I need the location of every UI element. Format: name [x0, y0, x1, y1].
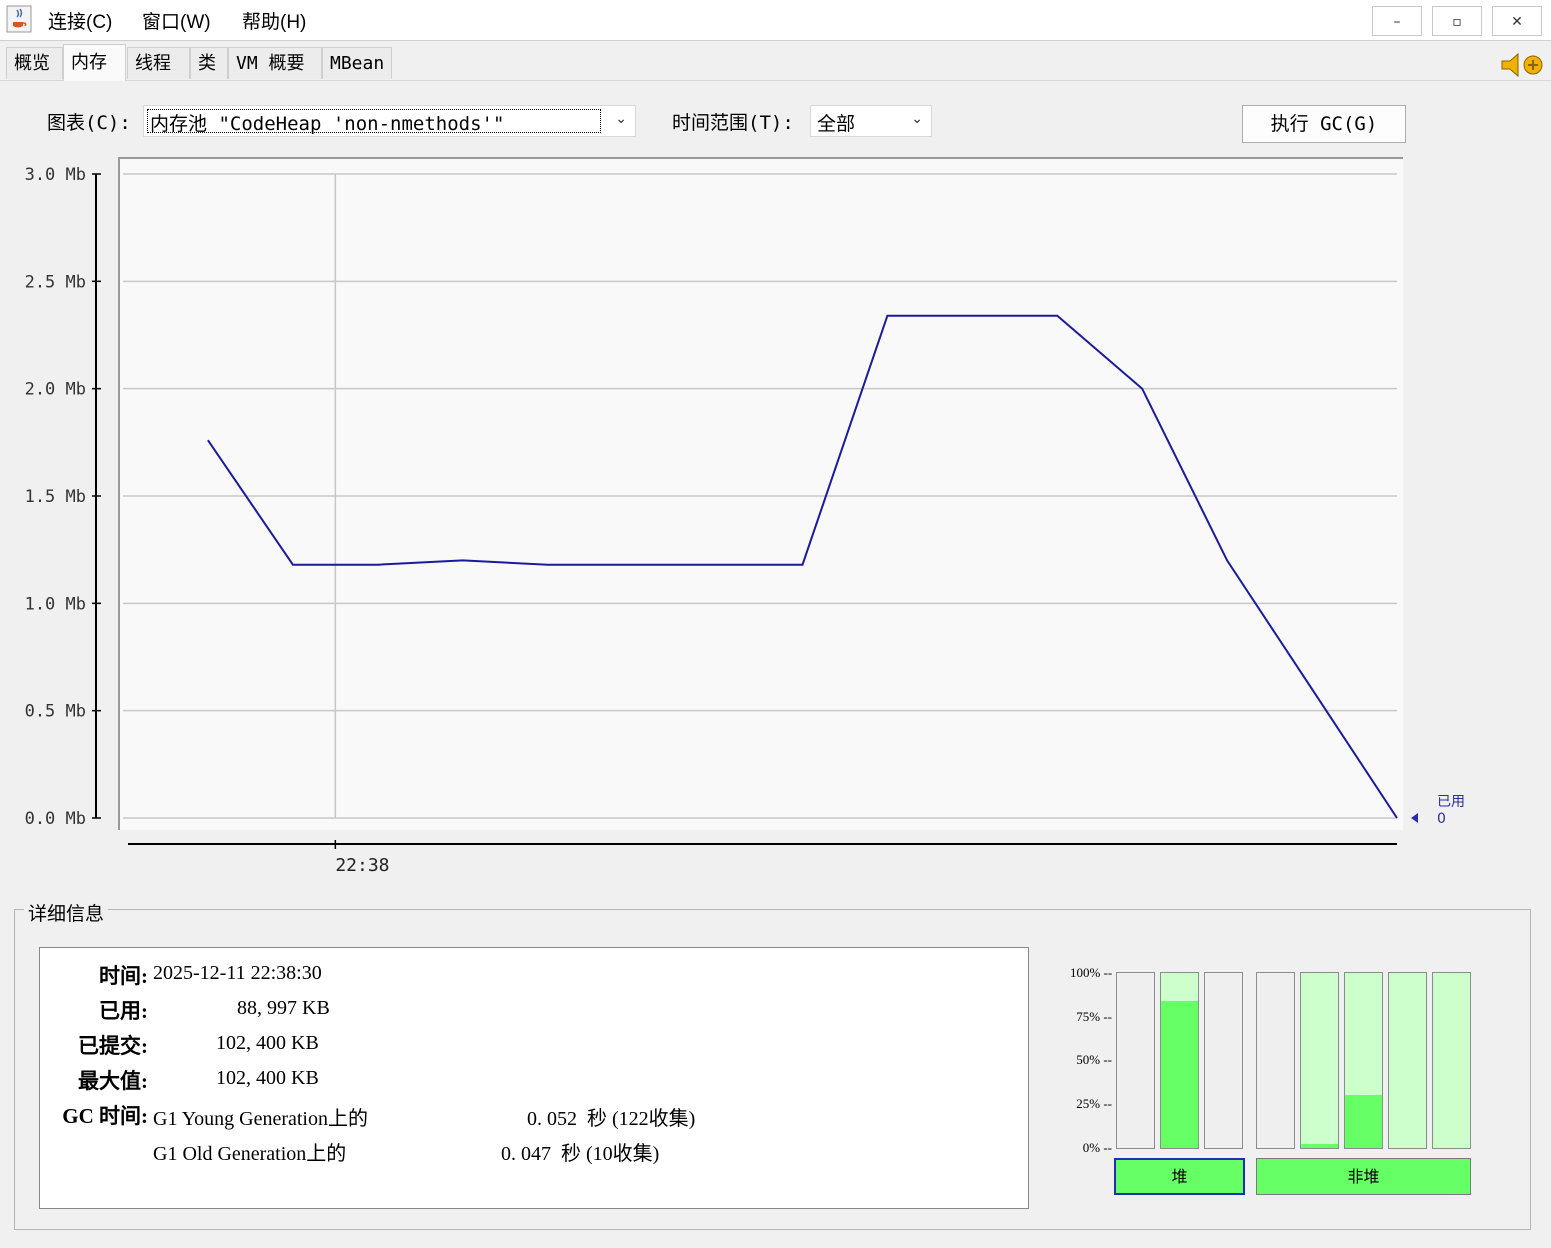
y-tick-label: 1.5 Mb — [25, 487, 86, 507]
gc-old-time: 0. 047 秒 (10收集) — [501, 1143, 660, 1165]
tab-threads[interactable]: 线程 — [127, 47, 190, 79]
tab-memory[interactable]: 内存 — [63, 44, 126, 81]
menu-help[interactable]: 帮助(H) — [242, 7, 306, 34]
heap-pool-bar[interactable] — [1160, 972, 1199, 1149]
nonheap-pool-bar[interactable] — [1256, 972, 1295, 1149]
legend-value: 0 — [1437, 811, 1446, 827]
max-label: 最大值: — [78, 1069, 148, 1093]
restore-button[interactable]: ▫ — [1432, 6, 1482, 36]
y-tick-label: 2.5 Mb — [25, 272, 86, 292]
tab-vm-summary[interactable]: VM 概要 — [228, 47, 322, 79]
heap-pool-bar[interactable] — [1116, 972, 1155, 1149]
details-panel: 时间: 2025-12-11 22:38:30 已用: 88, 997 KB 已… — [39, 947, 1029, 1209]
legend-marker-icon — [1411, 813, 1418, 823]
menu-connection[interactable]: 连接(C) — [48, 7, 112, 34]
plot-background — [119, 158, 1403, 830]
tab-divider — [0, 80, 1551, 81]
used-value: 88, 997 KB — [237, 997, 330, 1019]
y-tick-label: 0.0 Mb — [25, 809, 86, 829]
details-title: 详细信息 — [24, 899, 109, 926]
menu-bar — [0, 0, 1551, 41]
tab-mbean[interactable]: MBean — [322, 47, 392, 79]
minimize-button[interactable]: – — [1372, 6, 1422, 36]
legend-label: 已用 — [1437, 794, 1465, 810]
nonheap-pool-bar-used-fill — [1301, 1144, 1338, 1148]
close-button[interactable]: ✕ — [1492, 6, 1542, 36]
perform-gc-button[interactable]: 执行 GC(G) — [1242, 105, 1406, 143]
heap-button[interactable]: 堆 — [1114, 1158, 1245, 1195]
pct-0: 0% -- — [1082, 1140, 1112, 1155]
committed-label: 已提交: — [78, 1034, 148, 1058]
y-tick-label: 0.5 Mb — [25, 702, 86, 722]
heap-pool-bar-used-fill — [1161, 1001, 1198, 1148]
pct-100: 100% -- — [1070, 965, 1113, 980]
chevron-down-icon: ⌄ — [615, 111, 627, 127]
y-tick-label: 2.0 Mb — [25, 380, 86, 400]
time-value: 2025-12-11 22:38:30 — [153, 962, 322, 984]
x-tick-label: 22:38 — [335, 855, 389, 876]
gc-old-name: G1 Old Generation上的 — [153, 1143, 347, 1165]
gc-young-time: 0. 052 秒 (122收集) — [527, 1108, 696, 1130]
tab-overview[interactable]: 概览 — [6, 47, 63, 79]
time-label: 时间: — [99, 964, 148, 988]
time-range-value: 全部 — [817, 113, 856, 135]
plugin-icon[interactable] — [1500, 52, 1546, 78]
nonheap-pool-bar[interactable] — [1344, 972, 1383, 1149]
committed-value: 102, 400 KB — [216, 1032, 319, 1054]
java-cup-icon[interactable] — [6, 5, 32, 33]
time-range-label: 时间范围(T): — [672, 112, 794, 134]
menu-window[interactable]: 窗口(W) — [142, 7, 211, 34]
time-range-select[interactable]: 全部 ⌄ — [810, 105, 932, 137]
used-label: 已用: — [99, 999, 148, 1023]
nonheap-button[interactable]: 非堆 — [1256, 1158, 1471, 1195]
gc-young-name: G1 Young Generation上的 — [153, 1108, 368, 1130]
chevron-down-icon: ⌄ — [911, 111, 923, 127]
chart-select-value: 内存池 "CodeHeap 'non-nmethods'" — [150, 113, 505, 135]
nonheap-pool-bar[interactable] — [1388, 972, 1427, 1149]
heap-pool-bar[interactable] — [1204, 972, 1243, 1149]
chart-label: 图表(C): — [47, 112, 131, 134]
nonheap-pool-bar[interactable] — [1300, 972, 1339, 1149]
plot-area — [118, 157, 1403, 830]
nonheap-pool-bar-used-fill — [1345, 1095, 1382, 1148]
pct-50: 50% -- — [1076, 1052, 1112, 1067]
max-value: 102, 400 KB — [216, 1067, 319, 1089]
y-tick-label: 3.0 Mb — [25, 165, 86, 185]
tab-classes[interactable]: 类 — [190, 47, 228, 79]
gc-time-label: GC 时间: — [62, 1104, 148, 1128]
pct-25: 25% -- — [1076, 1096, 1112, 1111]
chart-select[interactable]: 内存池 "CodeHeap 'non-nmethods'" ⌄ — [143, 105, 636, 137]
memory-chart: 3.0 Mb 2.5 Mb 2.0 Mb 1.5 Mb 1.0 Mb 0.5 Mb 0.0 … — [25, 157, 1465, 876]
legend: 已用0 — [1411, 794, 1465, 827]
pct-75: 75% -- — [1076, 1009, 1112, 1024]
y-tick-label: 1.0 Mb — [25, 594, 86, 614]
nonheap-pool-bar[interactable] — [1432, 972, 1471, 1149]
